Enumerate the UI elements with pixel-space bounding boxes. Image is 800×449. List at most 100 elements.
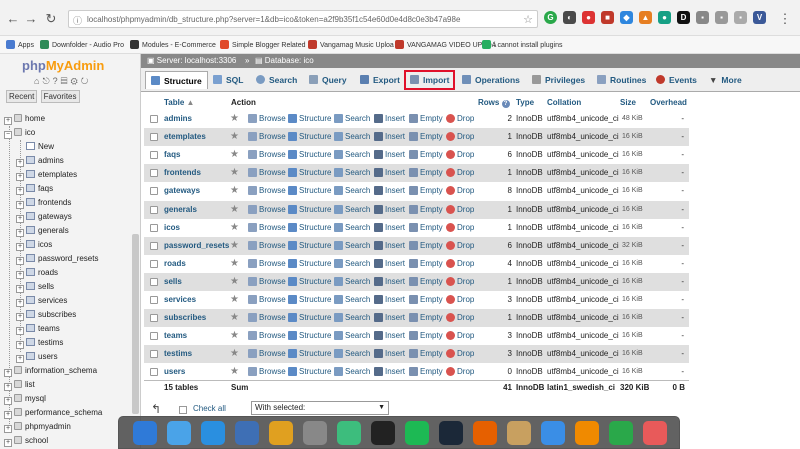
- column-size[interactable]: Size: [620, 98, 636, 107]
- search-action[interactable]: Search: [334, 110, 370, 128]
- structure-action[interactable]: Structure: [288, 291, 331, 309]
- browse-action[interactable]: Browse: [248, 164, 286, 182]
- drop-action[interactable]: Drop: [446, 110, 474, 128]
- extension-blue-icon[interactable]: ◆: [620, 11, 633, 24]
- favorite-star-icon[interactable]: ★: [230, 128, 239, 146]
- check-all-checkbox[interactable]: [179, 406, 187, 414]
- help-icon[interactable]: ?: [53, 76, 61, 86]
- browse-action[interactable]: Browse: [248, 237, 286, 255]
- table-name-link[interactable]: password_resets: [164, 237, 229, 255]
- row-checkbox[interactable]: [150, 205, 158, 214]
- browse-action[interactable]: Browse: [248, 345, 286, 363]
- tree-table-password-resets[interactable]: + password_resets: [16, 252, 98, 266]
- table-name-link[interactable]: roads: [164, 255, 186, 273]
- xcode-icon[interactable]: [133, 421, 157, 445]
- empty-action[interactable]: Empty: [409, 201, 443, 219]
- empty-action[interactable]: Empty: [409, 345, 443, 363]
- drop-action[interactable]: Drop: [446, 363, 474, 381]
- insert-action[interactable]: Insert: [374, 182, 405, 200]
- bookmark-item[interactable]: Vangamag Music Uploa: [308, 40, 394, 49]
- drop-action[interactable]: Drop: [446, 309, 474, 327]
- insert-action[interactable]: Insert: [374, 164, 405, 182]
- insert-action[interactable]: Insert: [374, 255, 405, 273]
- wifi-icon[interactable]: [541, 421, 565, 445]
- empty-action[interactable]: Empty: [409, 110, 443, 128]
- row-checkbox[interactable]: [150, 277, 158, 286]
- structure-action[interactable]: Structure: [288, 128, 331, 146]
- row-checkbox[interactable]: [150, 133, 158, 142]
- search-action[interactable]: Search: [334, 146, 370, 164]
- tree-table-testims[interactable]: + testims: [16, 336, 63, 350]
- row-checkbox[interactable]: [150, 151, 158, 160]
- table-name-link[interactable]: services: [164, 291, 196, 309]
- drop-action[interactable]: Drop: [446, 219, 474, 237]
- menu-icon[interactable]: ⋮: [778, 12, 792, 26]
- insert-action[interactable]: Insert: [374, 291, 405, 309]
- expand-icon[interactable]: +: [16, 187, 24, 195]
- table-name-link[interactable]: admins: [164, 110, 192, 128]
- search-action[interactable]: Search: [334, 201, 370, 219]
- structure-action[interactable]: Structure: [288, 110, 331, 128]
- tab-query[interactable]: Query: [309, 71, 347, 89]
- reload-icon[interactable]: ↻: [81, 76, 92, 86]
- drop-action[interactable]: Drop: [446, 273, 474, 291]
- tab-more[interactable]: ▼ More: [709, 71, 742, 89]
- breadcrumb-server[interactable]: ▣ Server: localhost:3306: [147, 56, 236, 65]
- firefox-icon[interactable]: [473, 421, 497, 445]
- tree-table-teams[interactable]: + teams: [16, 322, 60, 336]
- table-name-link[interactable]: frontends: [164, 164, 201, 182]
- tab-structure[interactable]: Structure: [145, 71, 208, 89]
- browse-action[interactable]: Browse: [248, 201, 286, 219]
- structure-action[interactable]: Structure: [288, 182, 331, 200]
- structure-action[interactable]: Structure: [288, 327, 331, 345]
- tree-table-icos[interactable]: + icos: [16, 238, 52, 252]
- extension-gray-icon[interactable]: ▪: [696, 11, 709, 24]
- empty-action[interactable]: Empty: [409, 255, 443, 273]
- favorite-star-icon[interactable]: ★: [230, 110, 239, 128]
- empty-action[interactable]: Empty: [409, 309, 443, 327]
- table-name-link[interactable]: subscribes: [164, 309, 206, 327]
- drop-action[interactable]: Drop: [446, 327, 474, 345]
- column-collation[interactable]: Collation: [547, 98, 581, 107]
- expand-icon[interactable]: +: [4, 117, 12, 125]
- row-checkbox[interactable]: [150, 115, 158, 123]
- browse-action[interactable]: Browse: [248, 219, 286, 237]
- drop-action[interactable]: Drop: [446, 291, 474, 309]
- insert-action[interactable]: Insert: [374, 327, 405, 345]
- expand-icon[interactable]: +: [16, 355, 24, 363]
- extension-dev-icon[interactable]: D: [677, 11, 690, 24]
- expand-icon[interactable]: +: [16, 299, 24, 307]
- expand-icon[interactable]: +: [16, 327, 24, 335]
- drop-action[interactable]: Drop: [446, 201, 474, 219]
- tree-new-table[interactable]: New: [26, 140, 54, 154]
- tab-events[interactable]: Events: [656, 71, 697, 89]
- row-checkbox[interactable]: [150, 223, 158, 232]
- empty-action[interactable]: Empty: [409, 327, 443, 345]
- empty-action[interactable]: Empty: [409, 182, 443, 200]
- browse-action[interactable]: Browse: [248, 146, 286, 164]
- bookmark-item[interactable]: Modules - E-Commerce: [130, 40, 216, 49]
- tree-table-gateways[interactable]: + gateways: [16, 210, 72, 224]
- tree-db-home[interactable]: + home: [4, 112, 45, 126]
- favorite-star-icon[interactable]: ★: [230, 309, 239, 327]
- search-action[interactable]: Search: [334, 255, 370, 273]
- structure-action[interactable]: Structure: [288, 273, 331, 291]
- table-name-link[interactable]: teams: [164, 327, 187, 345]
- address-url[interactable]: localhost/phpmyadmin/db_structure.php?se…: [87, 15, 517, 24]
- chrome-icon[interactable]: [269, 421, 293, 445]
- tab-search[interactable]: Search: [256, 71, 297, 89]
- extension-g-icon[interactable]: G: [544, 11, 557, 24]
- tree-table-admins[interactable]: + admins: [16, 154, 64, 168]
- favorite-star-icon[interactable]: ★: [230, 255, 239, 273]
- row-checkbox[interactable]: [150, 241, 158, 250]
- tree-table-frontends[interactable]: + frontends: [16, 196, 71, 210]
- expand-icon[interactable]: +: [16, 173, 24, 181]
- tree-table-sells[interactable]: + sells: [16, 280, 54, 294]
- tree-table-faqs[interactable]: + faqs: [16, 182, 53, 196]
- tab-routines[interactable]: Routines: [597, 71, 646, 89]
- trash-icon[interactable]: [643, 421, 667, 445]
- expand-icon[interactable]: +: [16, 243, 24, 251]
- extension-red-icon[interactable]: ●: [582, 11, 595, 24]
- table-name-link[interactable]: gateways: [164, 182, 200, 200]
- column-table[interactable]: Table ▲: [164, 98, 194, 107]
